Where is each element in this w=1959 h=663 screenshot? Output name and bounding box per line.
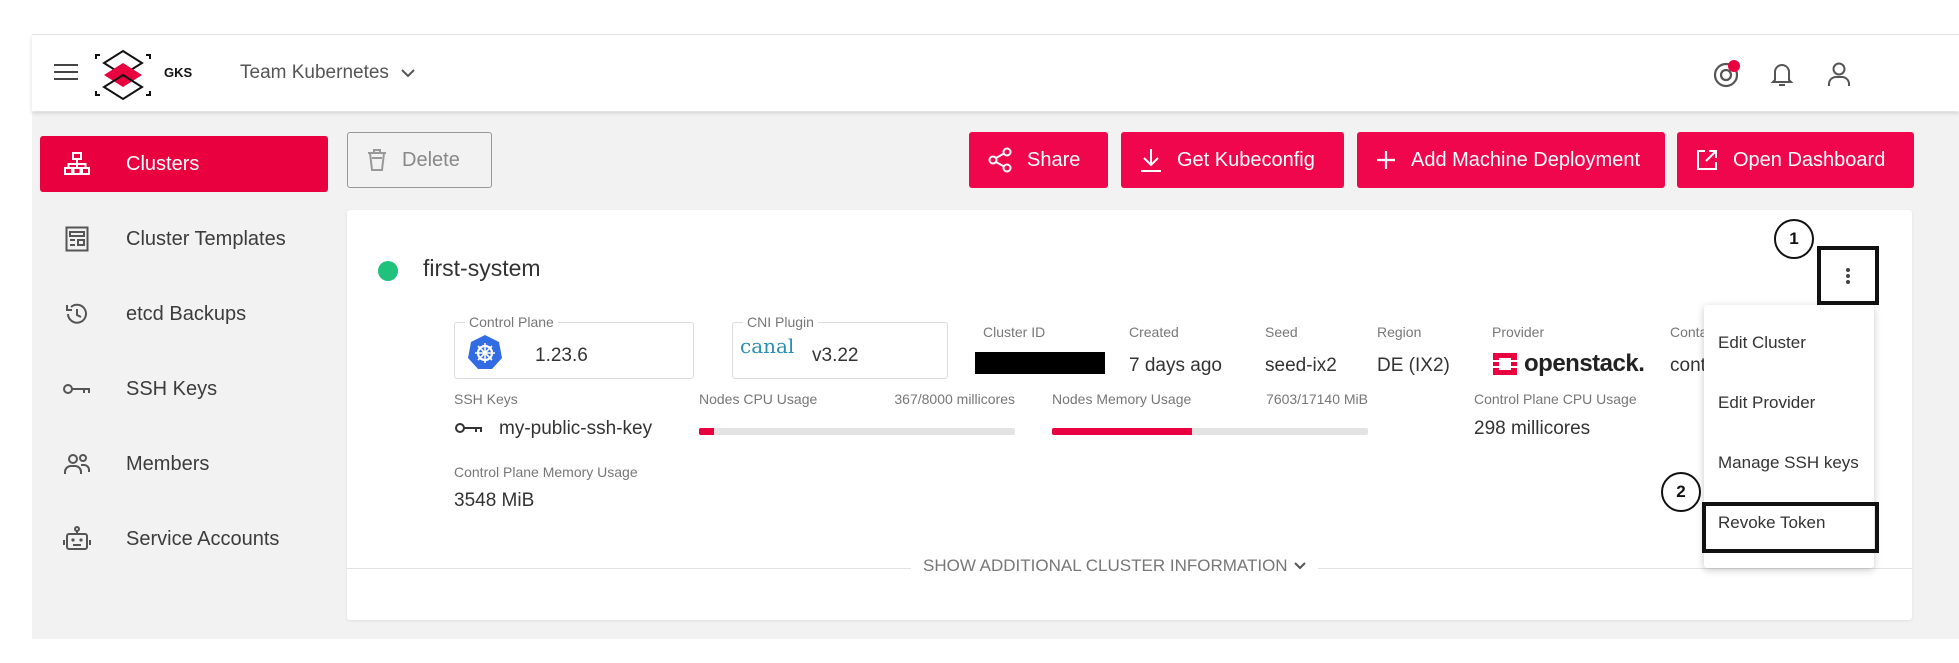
sitemap-icon bbox=[62, 149, 92, 179]
seed-label: Seed bbox=[1265, 324, 1298, 340]
team-name: Team Kubernetes bbox=[240, 62, 389, 83]
nodes-memory-value: 7603/17140 MiB bbox=[1266, 391, 1368, 407]
cp-memory-value: 3548 MiB bbox=[454, 490, 535, 511]
robot-icon bbox=[62, 524, 92, 554]
people-icon bbox=[62, 449, 92, 479]
sidebar-item-ssh-keys[interactable]: SSH Keys bbox=[40, 361, 328, 417]
kebab-icon bbox=[1846, 266, 1850, 286]
get-kubeconfig-button[interactable]: Get Kubeconfig bbox=[1121, 132, 1344, 188]
seed-value: seed-ix2 bbox=[1265, 355, 1337, 376]
add-md-label: Add Machine Deployment bbox=[1411, 148, 1641, 171]
sidebar-item-label: Members bbox=[126, 452, 210, 475]
notifications-button[interactable] bbox=[1765, 57, 1799, 91]
delete-label: Delete bbox=[402, 148, 460, 171]
cp-cpu-value: 298 millicores bbox=[1474, 418, 1591, 439]
download-icon bbox=[1141, 149, 1161, 172]
menu-item-edit-provider[interactable]: Edit Provider bbox=[1704, 393, 1874, 413]
control-plane-version: 1.23.6 bbox=[535, 345, 588, 366]
nodes-memory-fill bbox=[1052, 428, 1193, 435]
provider-value: openstack. bbox=[1524, 350, 1645, 377]
cp-cpu-label: Control Plane CPU Usage bbox=[1474, 391, 1637, 407]
help-button[interactable] bbox=[1709, 57, 1743, 91]
chevron-down-icon bbox=[401, 68, 415, 77]
main-area: Clusters Cluster Templates etcd Backups … bbox=[32, 112, 1959, 639]
sidebar-item-label: SSH Keys bbox=[126, 377, 218, 400]
share-label: Share bbox=[1027, 148, 1081, 171]
openstack-logo: openstack. bbox=[1492, 350, 1645, 378]
bell-icon bbox=[1770, 64, 1794, 86]
template-icon bbox=[62, 224, 92, 254]
show-additional-info-label: SHOW ADDITIONAL CLUSTER INFORMATION bbox=[923, 556, 1288, 575]
cluster-id-label: Cluster ID bbox=[983, 324, 1046, 340]
plus-icon bbox=[1377, 151, 1395, 169]
add-machine-deployment-button[interactable]: Add Machine Deployment bbox=[1357, 132, 1665, 188]
callout-2: 2 bbox=[1661, 472, 1701, 512]
sidebar-item-label: Service Accounts bbox=[126, 527, 280, 550]
ssh-key-link[interactable]: my-public-ssh-key bbox=[499, 418, 652, 440]
kubernetes-logo bbox=[468, 335, 502, 369]
sidebar-item-members[interactable]: Members bbox=[40, 436, 328, 492]
sidebar-item-label: etcd Backups bbox=[126, 302, 247, 325]
menu-item-manage-ssh-keys[interactable]: Manage SSH keys bbox=[1704, 453, 1874, 473]
cp-memory-label: Control Plane Memory Usage bbox=[454, 464, 638, 480]
key-icon bbox=[455, 423, 482, 433]
provider-label: Provider bbox=[1492, 324, 1545, 340]
key-icon bbox=[62, 374, 92, 404]
user-icon bbox=[1828, 62, 1850, 86]
created-label: Created bbox=[1129, 324, 1179, 340]
region-label: Region bbox=[1377, 324, 1422, 340]
share-button[interactable]: Share bbox=[969, 132, 1108, 188]
cluster-name: first-system bbox=[423, 255, 541, 281]
show-additional-info-button[interactable]: SHOW ADDITIONAL CLUSTER INFORMATION bbox=[911, 556, 1318, 576]
status-indicator bbox=[378, 261, 398, 281]
account-button[interactable] bbox=[1822, 57, 1856, 91]
sidebar-item-label: Clusters bbox=[126, 152, 200, 175]
chevron-down-icon bbox=[1293, 562, 1306, 570]
sidebar-item-service-accounts[interactable]: Service Accounts bbox=[40, 511, 328, 567]
revoke-token-highlight bbox=[1702, 502, 1879, 553]
lifebuoy-icon bbox=[1713, 60, 1740, 88]
created-value: 7 days ago bbox=[1129, 355, 1222, 376]
nodes-memory-bar bbox=[1052, 428, 1368, 435]
sidebar-item-etcd-backups[interactable]: etcd Backups bbox=[40, 286, 328, 342]
control-plane-label: Control Plane bbox=[465, 314, 558, 330]
cluster-id-redacted bbox=[975, 352, 1105, 374]
menu-item-edit-cluster[interactable]: Edit Cluster bbox=[1704, 333, 1874, 353]
region-value: DE (IX2) bbox=[1377, 355, 1450, 376]
cluster-card: first-system Control Plane 1.23.6 CNI Pl… bbox=[347, 210, 1912, 620]
cni-plugin-label: CNI Plugin bbox=[743, 314, 818, 330]
app: GKS Team Kubernetes Clusters Cluster Tem… bbox=[32, 34, 1959, 639]
sidebar: Clusters Cluster Templates etcd Backups … bbox=[40, 136, 328, 586]
sidebar-item-cluster-templates[interactable]: Cluster Templates bbox=[40, 211, 328, 267]
canal-logo: canal bbox=[740, 334, 795, 358]
cni-plugin-version: v3.22 bbox=[812, 345, 859, 366]
history-icon bbox=[62, 299, 92, 329]
more-options-button[interactable] bbox=[1817, 246, 1879, 305]
dashboard-label: Open Dashboard bbox=[1733, 148, 1886, 171]
brand-name: GKS bbox=[164, 65, 193, 80]
kubeconfig-label: Get Kubeconfig bbox=[1177, 148, 1315, 171]
nodes-cpu-bar bbox=[699, 428, 1015, 435]
team-selector[interactable]: Team Kubernetes bbox=[240, 62, 415, 84]
nodes-cpu-fill bbox=[699, 428, 714, 435]
gks-logo bbox=[95, 49, 151, 101]
sidebar-item-label: Cluster Templates bbox=[126, 227, 286, 250]
hamburger-menu-icon[interactable] bbox=[52, 59, 80, 87]
top-bar: GKS Team Kubernetes bbox=[32, 35, 1959, 111]
external-link-icon bbox=[1697, 150, 1717, 170]
callout-1: 1 bbox=[1774, 219, 1814, 259]
sidebar-item-clusters[interactable]: Clusters bbox=[40, 136, 328, 192]
openstack-icon bbox=[1493, 353, 1517, 375]
trash-icon bbox=[368, 149, 386, 171]
open-dashboard-button[interactable]: Open Dashboard bbox=[1677, 132, 1914, 188]
delete-button[interactable]: Delete bbox=[347, 132, 492, 188]
share-icon bbox=[988, 147, 1012, 173]
